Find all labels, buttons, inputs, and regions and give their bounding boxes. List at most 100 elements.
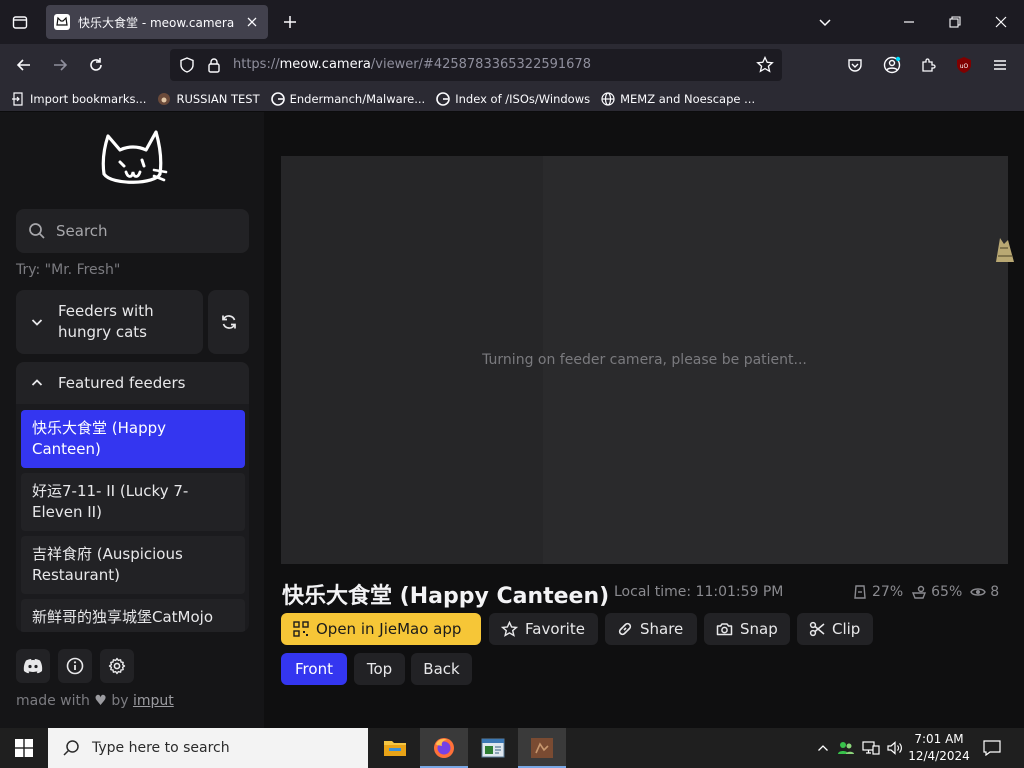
camera-top-button[interactable]: Top [354, 653, 405, 685]
speaker-icon [887, 741, 902, 755]
account-button[interactable] [879, 52, 905, 78]
list-all-tabs-button[interactable] [802, 0, 848, 44]
heart-icon: ♥ [94, 693, 107, 709]
refresh-button[interactable] [208, 290, 249, 354]
search-box[interactable]: Search [16, 209, 249, 253]
url-domain: meow.camera [279, 57, 371, 72]
clip-button[interactable]: Clip [797, 613, 873, 645]
bookmark-star-icon[interactable] [756, 56, 774, 74]
star-icon [501, 620, 518, 637]
tab-list-icon [12, 16, 28, 29]
settings-button[interactable] [100, 649, 134, 683]
feeder-item-lucky-seven-eleven[interactable]: 好运7-11- II (Lucky 7-Eleven II) [21, 473, 245, 531]
bookmark-item[interactable]: MEMZ and Noescape ... [600, 91, 755, 107]
taskbar-file-explorer[interactable] [371, 728, 419, 768]
search-placeholder: Search [56, 222, 108, 240]
bookmark-item[interactable]: RUSSIAN TEST [156, 91, 260, 107]
made-with-by: by [111, 693, 129, 709]
url-path: /viewer/#4258783365322591678 [370, 57, 591, 72]
taskbar-app-window[interactable] [469, 728, 517, 768]
new-tab-button[interactable] [278, 10, 302, 34]
pocket-icon [848, 59, 862, 72]
notification-icon [983, 740, 1001, 756]
bookmarks-toolbar: Import bookmarks... RUSSIAN TEST Enderma… [0, 86, 1024, 112]
bowl-level-value: 65% [931, 584, 963, 600]
cat-logo-icon[interactable] [98, 130, 168, 192]
featured-feeder-list[interactable]: 快乐大食堂 (Happy Canteen) 好运7-11- II (Lucky … [16, 404, 249, 632]
snap-button[interactable]: Snap [704, 613, 790, 645]
tab-list-button[interactable] [0, 0, 40, 44]
taskbar-clock[interactable]: 7:01 AM 12/4/2024 [908, 731, 970, 765]
tray-app-icon[interactable] [836, 728, 856, 768]
active-tab[interactable]: 快乐大食堂 - meow.camera [46, 5, 268, 39]
reload-icon [90, 58, 102, 71]
favorite-button[interactable]: Favorite [489, 613, 598, 645]
taskbar-search-box[interactable]: Type here to search [48, 728, 368, 768]
ublock-shield-icon: uO [957, 57, 971, 73]
viewer-count-value: 8 [990, 584, 1000, 600]
url-text[interactable]: https://meow.camera/viewer/#425878336532… [233, 57, 591, 72]
back-button[interactable] [11, 52, 37, 78]
bookmark-label: RUSSIAN TEST [176, 91, 260, 106]
svg-text:uO: uO [960, 63, 969, 70]
feeder-item-catmojo[interactable]: 新鲜哥的独享城堡CatMojo [21, 599, 245, 632]
reload-button[interactable] [83, 52, 109, 78]
notifications-button[interactable] [978, 728, 1006, 768]
discord-icon [23, 659, 43, 674]
app-window-icon [481, 738, 505, 758]
camera-front-button[interactable]: Front [281, 653, 347, 685]
discord-button[interactable] [16, 649, 50, 683]
clock-date: 12/4/2024 [908, 749, 970, 763]
arrow-left-icon [16, 59, 30, 71]
google-icon [435, 91, 451, 107]
info-button[interactable] [58, 649, 92, 683]
bowl-level-stat: 65% [911, 584, 962, 600]
forward-button[interactable] [47, 52, 73, 78]
firefox-icon [434, 738, 454, 758]
taskbar-app-active[interactable] [518, 728, 566, 768]
tab-close-button[interactable] [244, 14, 260, 30]
pet-bowl-icon [912, 585, 927, 599]
ublock-button[interactable]: uO [951, 52, 977, 78]
bookmark-item[interactable]: Index of /ISOs/Windows [435, 91, 590, 107]
bookmark-item[interactable]: Endermanch/Malware... [270, 91, 425, 107]
show-hidden-icons-button[interactable] [814, 728, 832, 768]
minimize-icon [904, 21, 914, 23]
pocket-button[interactable] [842, 52, 868, 78]
globe-icon [600, 91, 616, 107]
search-icon [63, 740, 79, 756]
share-label: Share [640, 620, 684, 638]
network-icon [862, 741, 880, 755]
minimize-button[interactable] [886, 0, 932, 44]
tab-title: 快乐大食堂 - meow.camera [78, 15, 235, 30]
made-with-credit: made with ♥ by imput [16, 693, 174, 709]
feeder-title: 快乐大食堂 (Happy Canteen) [282, 584, 610, 609]
extensions-button[interactable] [915, 52, 941, 78]
camera-icon [716, 623, 733, 636]
food-level-value: 27% [872, 584, 904, 600]
camera-video-area[interactable]: Turning on feeder camera, please be pati… [281, 156, 1008, 564]
menu-button[interactable] [987, 52, 1013, 78]
bookmark-label: MEMZ and Noescape ... [620, 91, 756, 106]
close-window-button[interactable] [978, 0, 1024, 44]
network-status-button[interactable] [860, 728, 882, 768]
restore-button[interactable] [932, 0, 978, 44]
bookmark-label: Index of /ISOs/Windows [455, 91, 591, 106]
volume-button[interactable] [884, 728, 906, 768]
sidebar: Search Try: "Mr. Fresh" Feeders with hun… [0, 112, 264, 728]
start-button[interactable] [0, 728, 48, 768]
share-button[interactable]: Share [605, 613, 697, 645]
hungry-feeders-toggle[interactable]: Feeders with hungry cats [16, 290, 203, 354]
featured-feeders-toggle[interactable]: Featured feeders [16, 362, 249, 404]
bookmark-item[interactable]: Import bookmarks... [10, 91, 146, 107]
lock-icon[interactable] [207, 57, 221, 73]
open-in-jiemao-button[interactable]: Open in JieMao app [281, 613, 481, 645]
camera-back-button[interactable]: Back [411, 653, 472, 685]
imput-link[interactable]: imput [133, 693, 174, 709]
feeder-item-auspicious-restaurant[interactable]: 吉祥食府 (Auspicious Restaurant) [21, 536, 245, 594]
feeder-item-happy-canteen[interactable]: 快乐大食堂 (Happy Canteen) [21, 410, 245, 468]
tracking-shield-icon[interactable] [179, 57, 195, 73]
taskbar-firefox[interactable] [420, 728, 468, 768]
import-icon [10, 91, 26, 107]
favorite-label: Favorite [525, 620, 585, 638]
